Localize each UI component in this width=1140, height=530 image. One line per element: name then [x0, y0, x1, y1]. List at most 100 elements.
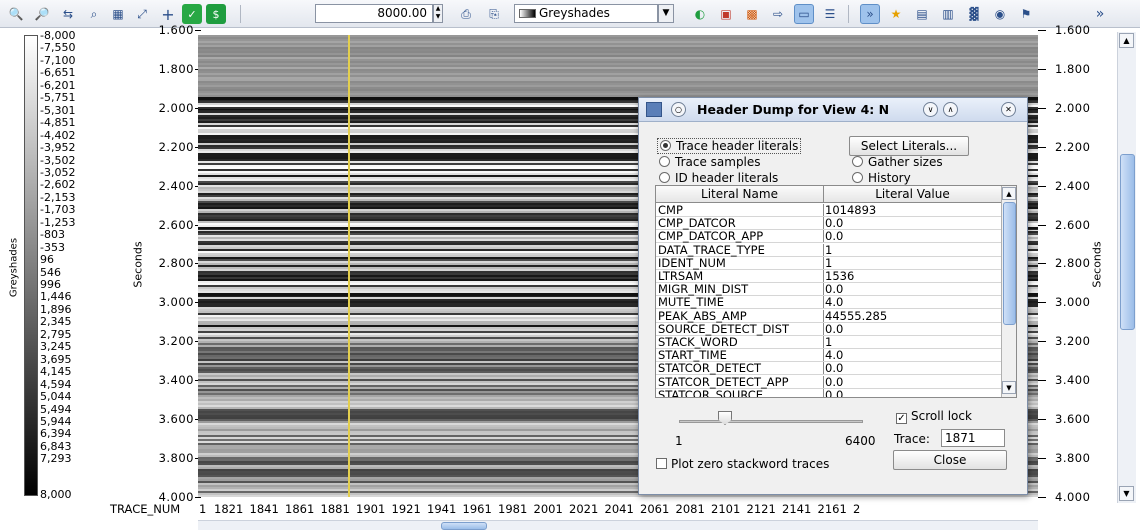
x-tick-label: 1 [199, 502, 207, 516]
settings-panel-icon[interactable]: ▤ [912, 4, 932, 24]
table-row[interactable]: MUTE_TIME 4.0 [656, 296, 1001, 310]
colorbar-tick-label: 5,044 [40, 390, 72, 404]
dollar-green-icon[interactable]: $ [206, 4, 226, 24]
camera-icon[interactable]: ◉ [990, 4, 1010, 24]
colorbar-title: Greyshades [8, 237, 20, 298]
y-tick-label: 2.200 [158, 139, 194, 154]
colorbar-tick-label: 546 [40, 265, 61, 279]
close-icon[interactable]: ✕ [1001, 102, 1016, 117]
palette-icon[interactable]: ▣ [716, 4, 736, 24]
star-icon[interactable]: ★ [886, 4, 906, 24]
colorbar-tick-label: 7,293 [40, 452, 72, 466]
table-row[interactable]: IDENT_NUM 1 [656, 256, 1001, 270]
export-icon[interactable]: ⇨ [768, 4, 788, 24]
minimize-icon[interactable]: ∨ [923, 102, 938, 117]
y-right-tick-label: 3.200 [1055, 334, 1091, 349]
vertical-scrollbar[interactable]: ▲ ▼ [1117, 32, 1136, 503]
colorbar-tick-label: -8,000 [40, 29, 76, 42]
radio-unselected-icon [659, 156, 670, 167]
grid-icon[interactable]: ▦ [108, 4, 128, 24]
radio-history[interactable]: History [852, 171, 911, 185]
table-scroll-thumb[interactable] [1003, 202, 1016, 325]
colormap-value: Greyshades [539, 6, 610, 20]
table-scrollbar[interactable]: ▲ ▼ [1001, 186, 1016, 397]
selected-trace-marker [348, 35, 350, 497]
colormap-dropdown-arrow-icon[interactable]: ▼ [658, 4, 674, 23]
x-tick-label: 1821 [214, 502, 244, 516]
maximize-icon[interactable]: ∧ [943, 102, 958, 117]
table-row[interactable]: PEAK_ABS_AMP 44555.285 [656, 309, 1001, 323]
plot-zero-stackword-checkbox[interactable]: Plot zero stackword traces [656, 457, 829, 471]
table-row[interactable]: MIGR_MIN_DIST 0.0 [656, 283, 1001, 297]
radio-id-header-literals[interactable]: ID header literals [659, 171, 778, 185]
window-menu-icon[interactable]: ○ [671, 102, 686, 117]
table-scroll-up-icon[interactable]: ▲ [1002, 187, 1016, 200]
dialog-titlebar[interactable]: ○ Header Dump for View 4: N ∨ ∧ ✕ [639, 98, 1027, 122]
chart-icon[interactable]: ▓ [964, 4, 984, 24]
list-icon[interactable]: ☰ [820, 4, 840, 24]
table-row[interactable]: SOURCE_DETECT_DIST 0.0 [656, 322, 1001, 336]
print-icon[interactable]: ⎙ [456, 4, 476, 24]
zoom-spinner[interactable]: ▲ ▼ [433, 4, 443, 23]
y-tick-label: 1.800 [158, 61, 194, 76]
colorbar-tick-label: 1,896 [40, 302, 72, 316]
zoom-out-icon[interactable]: 🔎 [32, 4, 52, 24]
zoom-box-icon[interactable]: ⌕ [84, 4, 104, 24]
colorbar-tick-label: -7,550 [40, 41, 76, 55]
scroll-up-icon[interactable]: ▲ [1119, 33, 1134, 48]
x-tick-label: 2 [853, 502, 861, 516]
zoom-value-input[interactable]: 8000.00 [315, 4, 433, 23]
horizontal-scrollbar[interactable] [198, 520, 1038, 530]
select-literals-button[interactable]: Select Literals... [849, 136, 969, 156]
scroll-down-icon[interactable]: ▼ [1119, 486, 1134, 501]
zoom-fit-icon[interactable]: ⇆ [58, 4, 78, 24]
layers-icon[interactable]: ▥ [938, 4, 958, 24]
colorbar-tick-label: -353 [40, 240, 65, 254]
literal-value-cell: 0.0 [825, 361, 844, 376]
colorbar-tick-label: -4,851 [40, 116, 76, 130]
x-tick-label: 2121 [746, 502, 776, 516]
zoom-region-icon[interactable]: ⤢ [132, 4, 152, 24]
toggle-green-icon[interactable]: ◐ [690, 4, 710, 24]
header-dump-icon[interactable]: ▭ [794, 4, 814, 24]
radio-trace-header-literals[interactable]: Trace header literals [657, 138, 802, 154]
table-row[interactable]: STATCOR_DETECT 0.0 [656, 361, 1001, 376]
y-tick-label: 2.600 [158, 217, 194, 232]
check-green-icon[interactable]: ✓ [182, 4, 202, 24]
table-row[interactable]: STATCOR_SOURCE 0.0 [656, 387, 1001, 398]
cube-icon[interactable]: ▩ [742, 4, 762, 24]
table-row[interactable]: CMP 1014893 [656, 204, 1001, 217]
checkbox-unchecked-icon [656, 458, 667, 469]
fast-forward-icon[interactable]: » [860, 4, 880, 24]
table-row[interactable]: START_TIME 4.0 [656, 349, 1001, 363]
scroll-lock-checkbox[interactable]: ✓ Scroll lock [896, 409, 972, 424]
slider-min-label: 1 [675, 434, 683, 448]
table-row[interactable]: STACK_WORD 1 [656, 336, 1001, 349]
trace-slider-track[interactable] [679, 420, 863, 423]
copy-icon[interactable]: ⎘ [484, 4, 504, 24]
radio-gather-sizes[interactable]: Gather sizes [852, 155, 943, 169]
literal-value-cell: 0.0 [825, 387, 844, 398]
trace-number-input[interactable]: 1871 [941, 429, 1005, 447]
table-row[interactable]: CMP_DATCOR 0.0 [656, 217, 1001, 231]
table-scroll-down-icon[interactable]: ▼ [1002, 381, 1016, 394]
column-header-literal-value[interactable]: Literal Value [824, 187, 1001, 201]
toolbar-overflow-chevron-icon[interactable]: » [1090, 4, 1110, 24]
y-right-tick [1038, 380, 1046, 382]
colormap-select[interactable]: Greyshades [514, 4, 658, 23]
table-row[interactable]: CMP_DATCOR_APP 0.0 [656, 230, 1001, 244]
radio-trace-samples[interactable]: Trace samples [659, 155, 761, 169]
table-row[interactable]: STATCOR_DETECT_APP 0.0 [656, 375, 1001, 389]
flag-icon[interactable]: ⚑ [1016, 4, 1036, 24]
checkbox-checked-icon: ✓ [896, 413, 907, 424]
zoom-in-icon[interactable]: 🔍 [6, 4, 26, 24]
table-row[interactable]: DATA_TRACE_TYPE 1 [656, 243, 1001, 257]
close-button[interactable]: Close [893, 450, 1007, 470]
trace-label: Trace: [894, 432, 930, 446]
x-tick-label: 1941 [427, 502, 457, 516]
horizontal-scroll-thumb[interactable] [441, 522, 487, 530]
column-header-literal-name[interactable]: Literal Name [656, 187, 823, 201]
vertical-scroll-thumb[interactable] [1120, 154, 1135, 330]
crosshair-icon[interactable]: + [158, 4, 178, 24]
table-row[interactable]: LTRSAM 1536 [656, 270, 1001, 283]
